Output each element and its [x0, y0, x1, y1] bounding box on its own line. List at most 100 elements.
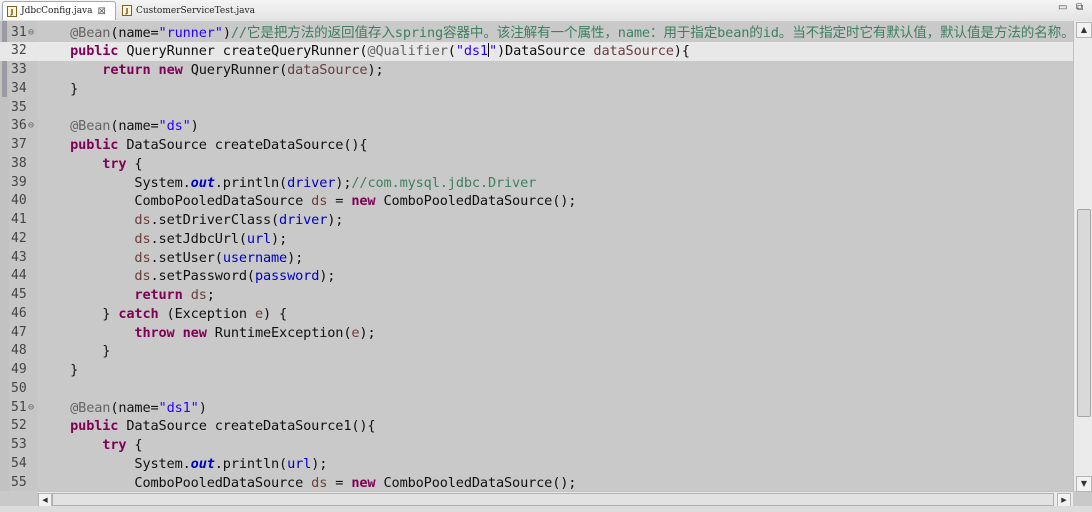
code-line[interactable]: 53 try {: [0, 436, 1092, 455]
code-token: driver: [287, 174, 336, 191]
code-line[interactable]: 38 try {: [0, 155, 1092, 174]
code-token: ComboPooledDataSource();: [375, 474, 577, 491]
code-token: (name=: [110, 24, 159, 41]
code-text[interactable]: ds.setUser(username);: [38, 249, 303, 268]
code-token: new: [182, 324, 207, 341]
code-line[interactable]: 52 public DataSource createDataSource1()…: [0, 417, 1092, 436]
code-token: //com.mysql.jdbc.Driver: [351, 174, 537, 191]
code-text[interactable]: return new QueryRunner(dataSource);: [38, 61, 383, 80]
code-line[interactable]: 43 ds.setUser(username);: [0, 249, 1092, 268]
code-text[interactable]: System.out.println(url);: [38, 455, 327, 474]
code-line[interactable]: 44 ds.setPassword(password);: [0, 267, 1092, 286]
line-number: 52: [9, 417, 38, 436]
code-token: RuntimeException(: [206, 324, 352, 341]
code-text[interactable]: ComboPooledDataSource ds = new ComboPool…: [38, 474, 576, 493]
code-line[interactable]: 55 ComboPooledDataSource ds = new ComboP…: [0, 474, 1092, 493]
code-line[interactable]: 48 }: [0, 342, 1092, 361]
code-line[interactable]: 35: [0, 99, 1092, 118]
code-line[interactable]: 37 public DataSource createDataSource(){: [0, 136, 1092, 155]
tab-label: JdbcConfig.java: [21, 6, 93, 16]
restore-icon[interactable]: ⧉: [1076, 2, 1083, 13]
code-line[interactable]: 41 ds.setDriverClass(driver);: [0, 211, 1092, 230]
code-line[interactable]: 31 ⊖ @Bean(name="runner")//它是把方法的返回值存入spr…: [0, 24, 1092, 43]
code-text[interactable]: public QueryRunner createQueryRunner(@Qu…: [38, 42, 690, 61]
code-token: (name=: [110, 118, 159, 135]
code-token: ds: [134, 230, 151, 247]
code-line[interactable]: 50: [0, 380, 1092, 399]
code-text[interactable]: try {: [38, 155, 142, 174]
bottom-status-strip: [0, 506, 1092, 512]
code-line[interactable]: 49 }: [0, 361, 1092, 380]
code-line[interactable]: 39 System.out.println(driver);//com.mysq…: [0, 174, 1092, 193]
code-text[interactable]: ds.setPassword(password);: [38, 267, 335, 286]
code-text[interactable]: ds.setJdbcUrl(url);: [38, 230, 287, 249]
code-line[interactable]: 32 public QueryRunner createQueryRunner(…: [0, 42, 1092, 61]
code-text[interactable]: }: [38, 342, 110, 361]
line-number: 54: [9, 455, 38, 474]
code-text[interactable]: @Bean(name="ds1"): [38, 399, 207, 418]
code-token: ): [198, 399, 207, 416]
fold-toggle-icon[interactable]: ⊖: [28, 399, 34, 418]
horizontal-scroll-thumb[interactable]: [52, 493, 1054, 506]
code-text[interactable]: } catch (Exception e) {: [38, 305, 287, 324]
tab-customerservicetest[interactable]: J CustomerServiceTest.java: [118, 1, 268, 20]
line-number: 40: [9, 192, 38, 211]
code-text[interactable]: @Bean(name="runner")//它是把方法的返回值存入spring容…: [38, 24, 1075, 43]
code-line[interactable]: 54 System.out.println(url);: [0, 455, 1092, 474]
code-token: System.: [38, 174, 191, 191]
line-number: 36 ⊖: [9, 117, 38, 136]
tab-jdbcconfig[interactable]: J JdbcConfig.java ⊠: [2, 1, 116, 20]
code-text[interactable]: return ds;: [38, 286, 215, 305]
code-token: (name=: [110, 399, 159, 416]
code-token: ComboPooledDataSource: [38, 193, 312, 210]
code-token: catch: [118, 305, 159, 322]
code-token: dataSource: [593, 43, 674, 60]
code-text[interactable]: throw new RuntimeException(e);: [38, 324, 375, 343]
code-line[interactable]: 33 return new QueryRunner(dataSource);: [0, 61, 1092, 80]
code-line[interactable]: 34 }: [0, 80, 1092, 99]
code-token: try: [102, 437, 127, 453]
code-text[interactable]: public DataSource createDataSource(){: [38, 136, 367, 155]
code-text[interactable]: @Bean(name="ds"): [38, 117, 199, 136]
code-token: @Bean: [70, 118, 111, 135]
code-token: ComboPooledDataSource: [38, 474, 312, 491]
code-token: =: [327, 193, 352, 210]
code-text[interactable]: ComboPooledDataSource ds = new ComboPool…: [38, 192, 576, 211]
code-token: QueryRunner createQueryRunner(: [118, 43, 368, 60]
code-text[interactable]: System.out.println(driver);//com.mysql.j…: [38, 174, 536, 193]
code-token: ds: [311, 474, 328, 491]
line-number-text: 47: [11, 324, 27, 340]
code-text[interactable]: ds.setDriverClass(driver);: [38, 211, 343, 230]
code-token: ): [222, 24, 231, 41]
fold-toggle-icon[interactable]: ⊖: [28, 117, 34, 136]
code-line[interactable]: 36 ⊖ @Bean(name="ds"): [0, 117, 1092, 136]
line-number-text: 45: [11, 287, 27, 302]
scroll-right-arrow-icon[interactable]: ▶: [1057, 493, 1071, 507]
code-line[interactable]: 42 ds.setJdbcUrl(url);: [0, 230, 1092, 249]
close-icon[interactable]: ⊠: [98, 6, 106, 17]
vertical-scroll-thumb[interactable]: [1077, 209, 1091, 417]
code-text[interactable]: }: [38, 361, 78, 380]
scroll-up-arrow-icon[interactable]: ▲: [1076, 22, 1092, 38]
code-line[interactable]: 40 ComboPooledDataSource ds = new ComboP…: [0, 192, 1092, 211]
code-token: try: [102, 155, 127, 172]
code-text[interactable]: try {: [38, 436, 142, 455]
code-token: @Qualifier: [367, 43, 448, 60]
vertical-scrollbar[interactable]: ▲ ▼: [1073, 21, 1092, 492]
code-line[interactable]: 45 return ds;: [0, 286, 1092, 305]
code-token: =: [327, 474, 352, 491]
minimize-icon[interactable]: ▭: [1058, 2, 1067, 13]
line-number: 50: [9, 380, 38, 399]
code-text[interactable]: }: [38, 80, 78, 99]
code-line[interactable]: 46 } catch (Exception e) {: [0, 305, 1092, 324]
scroll-left-arrow-icon[interactable]: ◀: [38, 493, 52, 507]
code-text[interactable]: public DataSource createDataSource1(){: [38, 417, 375, 436]
horizontal-scrollbar[interactable]: ◀ ▶: [38, 491, 1073, 507]
fold-toggle-icon[interactable]: ⊖: [28, 24, 34, 43]
code-line[interactable]: 51 ⊖ @Bean(name="ds1"): [0, 399, 1092, 418]
scroll-down-arrow-icon[interactable]: ▼: [1076, 476, 1092, 492]
code-line[interactable]: 47 throw new RuntimeException(e);: [0, 324, 1092, 343]
